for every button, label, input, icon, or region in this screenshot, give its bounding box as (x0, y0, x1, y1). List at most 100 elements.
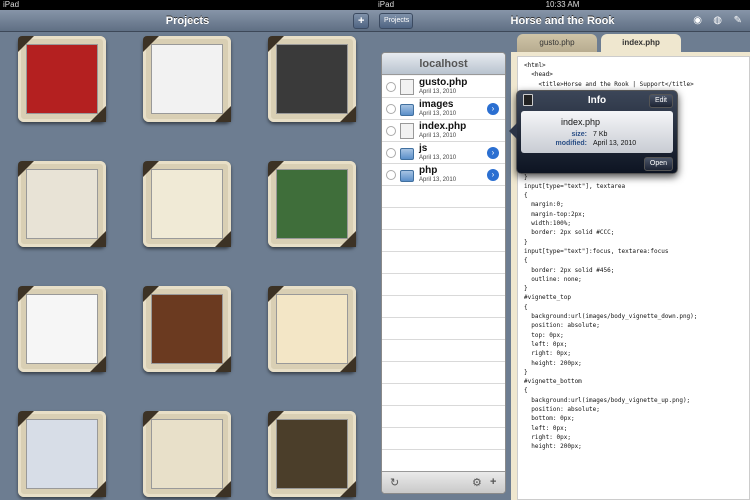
project-thumbnail (26, 294, 98, 364)
code-line: outline: none; (524, 275, 582, 283)
project-thumbnail (26, 419, 98, 489)
code-line: #vignette_top (524, 294, 571, 302)
project-tile[interactable] (18, 286, 106, 372)
info-filename: index.php (561, 117, 601, 127)
select-radio[interactable] (386, 170, 396, 180)
edit-button[interactable]: Edit (648, 94, 673, 108)
project-tile[interactable] (143, 161, 231, 247)
code-line: right: 0px; (524, 350, 571, 358)
tab-gusto-php[interactable]: gusto.php (517, 34, 597, 52)
code-line: height: 200px; (524, 443, 582, 451)
tile-corner (340, 231, 356, 247)
open-button[interactable]: Open (643, 157, 673, 171)
tile-corner (215, 106, 231, 122)
code-line: border: 2px solid #456; (524, 266, 615, 274)
refresh-icon[interactable]: ↻ (390, 476, 399, 489)
globe-icon[interactable]: ◍ (713, 15, 722, 26)
select-radio[interactable] (386, 148, 396, 158)
tile-corner (340, 106, 356, 122)
folder-icon (400, 148, 414, 160)
file-name: images (419, 99, 454, 110)
folder-icon (400, 170, 414, 182)
disclosure-icon[interactable]: › (487, 169, 499, 181)
file-row[interactable]: index.php April 13, 2010 (382, 120, 505, 142)
tab-index-php[interactable]: index.php (601, 34, 681, 52)
code-line: left: 0px; (524, 424, 568, 432)
status-bar: iPad (0, 0, 375, 10)
file-name: php (419, 165, 438, 176)
gear-icon[interactable]: ⚙ (472, 476, 482, 489)
project-tile[interactable] (268, 411, 356, 497)
code-line: } (524, 238, 528, 246)
tile-corner (143, 411, 159, 427)
code-line: margin-top:2px; (524, 210, 586, 218)
project-tile[interactable] (143, 36, 231, 122)
add-project-button[interactable]: + (353, 13, 369, 29)
code-line: top: 0px; (524, 331, 564, 339)
tile-corner (268, 36, 284, 52)
tile-corner (268, 161, 284, 177)
tile-corner (143, 161, 159, 177)
file-name: js (419, 143, 428, 154)
status-bar: iPad 10:33 AM (375, 0, 750, 10)
project-tile[interactable] (18, 411, 106, 497)
select-radio[interactable] (386, 104, 396, 114)
clock: 10:33 AM (545, 0, 580, 9)
code-line: left: 0px; (524, 340, 568, 348)
code-line: <title>Horse and the Rook | Support</tit… (524, 80, 694, 88)
document-icon (400, 79, 414, 95)
project-tile[interactable] (18, 161, 106, 247)
tile-corner (90, 106, 106, 122)
file-name: gusto.php (419, 77, 468, 88)
tile-corner (215, 481, 231, 497)
wrench-icon[interactable]: ✎ (734, 15, 742, 26)
project-navbar: Projects Horse and the Rook ◉ ◍ ✎ (375, 10, 750, 32)
project-thumbnail (151, 44, 223, 114)
eye-icon[interactable]: ◉ (693, 15, 702, 26)
code-line: height: 200px; (524, 359, 582, 367)
file-row[interactable]: images April 13, 2010 › (382, 98, 505, 120)
disclosure-icon[interactable]: › (487, 103, 499, 115)
file-browser-title: localhost (382, 53, 505, 75)
document-icon (400, 123, 414, 139)
file-row[interactable]: js April 13, 2010 › (382, 142, 505, 164)
modified-label: modified: (555, 140, 588, 147)
file-row[interactable]: gusto.php April 13, 2010 (382, 76, 505, 98)
project-tile[interactable] (268, 286, 356, 372)
project-thumbnail (26, 44, 98, 114)
tile-corner (18, 161, 34, 177)
project-tile[interactable] (18, 36, 106, 122)
code-line: input[type="text"], textarea (524, 182, 626, 190)
disclosure-icon[interactable]: › (487, 147, 499, 159)
project-thumbnail (151, 169, 223, 239)
project-thumbnail (276, 419, 348, 489)
project-thumbnail (26, 169, 98, 239)
info-details: index.php size: 7 Kb modified: April 13,… (521, 111, 673, 153)
tile-corner (18, 286, 34, 302)
code-line: } (524, 368, 528, 376)
tile-corner (90, 356, 106, 372)
select-radio[interactable] (386, 82, 396, 92)
device-label: iPad (3, 0, 20, 9)
select-radio[interactable] (386, 126, 396, 136)
tile-corner (340, 356, 356, 372)
folder-icon (400, 104, 414, 116)
code-line: margin:0; (524, 201, 564, 209)
project-tile[interactable] (143, 411, 231, 497)
file-row[interactable]: php April 13, 2010 › (382, 164, 505, 186)
file-date: April 13, 2010 (419, 89, 457, 95)
project-tile[interactable] (268, 161, 356, 247)
add-icon[interactable]: + (490, 476, 496, 488)
tile-corner (268, 286, 284, 302)
file-date: April 13, 2010 (419, 177, 457, 183)
code-line: #vignette_bottom (524, 378, 582, 386)
code-line: border: 2px solid #CCC; (524, 229, 615, 237)
project-tile[interactable] (268, 36, 356, 122)
project-thumbnail (276, 294, 348, 364)
project-tile[interactable] (143, 286, 231, 372)
size-label: size: (571, 131, 587, 138)
page-title: Projects (165, 15, 210, 27)
project-thumbnail (276, 44, 348, 114)
code-line: <head> (524, 71, 553, 79)
code-line: background:url(images/body_vignette_down… (524, 313, 698, 321)
